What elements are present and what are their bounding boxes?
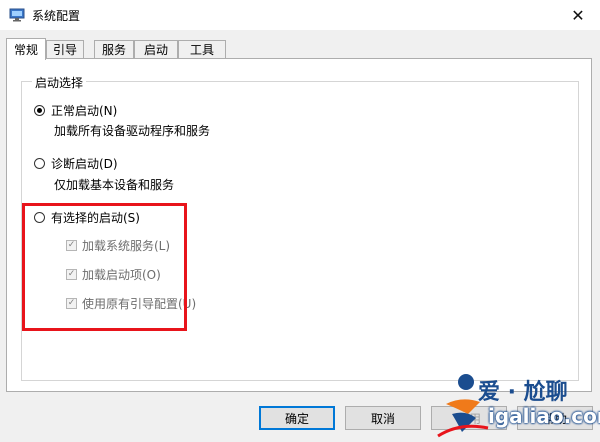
watermark-en: igaliao.com — [488, 404, 600, 428]
tab-tools[interactable]: 工具 — [178, 40, 226, 59]
radio-indicator-checked — [34, 105, 45, 116]
diagnostic-startup-radio[interactable]: 诊断启动(D) — [34, 155, 118, 172]
normal-startup-radio[interactable]: 正常启动(N) — [34, 102, 117, 119]
radio-indicator — [34, 158, 45, 169]
watermark-cn: 爱 · 尬聊 — [478, 380, 568, 405]
close-icon: ✕ — [571, 5, 585, 25]
tab-boot[interactable]: 引导 — [46, 40, 84, 59]
title-bar: 系统配置 ✕ — [0, 0, 600, 30]
tab-services[interactable]: 服务 — [94, 40, 134, 59]
watermark: 爱 · 尬聊 igaliao.com — [432, 370, 600, 442]
ok-button[interactable]: 确定 — [259, 406, 335, 430]
normal-startup-desc: 加载所有设备驱动程序和服务 — [54, 124, 211, 138]
tab-general[interactable]: 常规 — [6, 38, 46, 60]
diagnostic-startup-label: 诊断启动(D) — [51, 157, 118, 171]
highlight-box — [22, 203, 187, 331]
cancel-button[interactable]: 取消 — [345, 406, 421, 430]
diagnostic-startup-desc: 仅加载基本设备和服务 — [54, 178, 175, 192]
normal-startup-label: 正常启动(N) — [51, 104, 118, 118]
close-button[interactable]: ✕ — [556, 0, 600, 30]
window-title: 系统配置 — [32, 9, 81, 23]
system-config-icon — [9, 8, 25, 22]
tab-startup[interactable]: 启动 — [134, 40, 178, 59]
group-title: 启动选择 — [32, 74, 87, 91]
